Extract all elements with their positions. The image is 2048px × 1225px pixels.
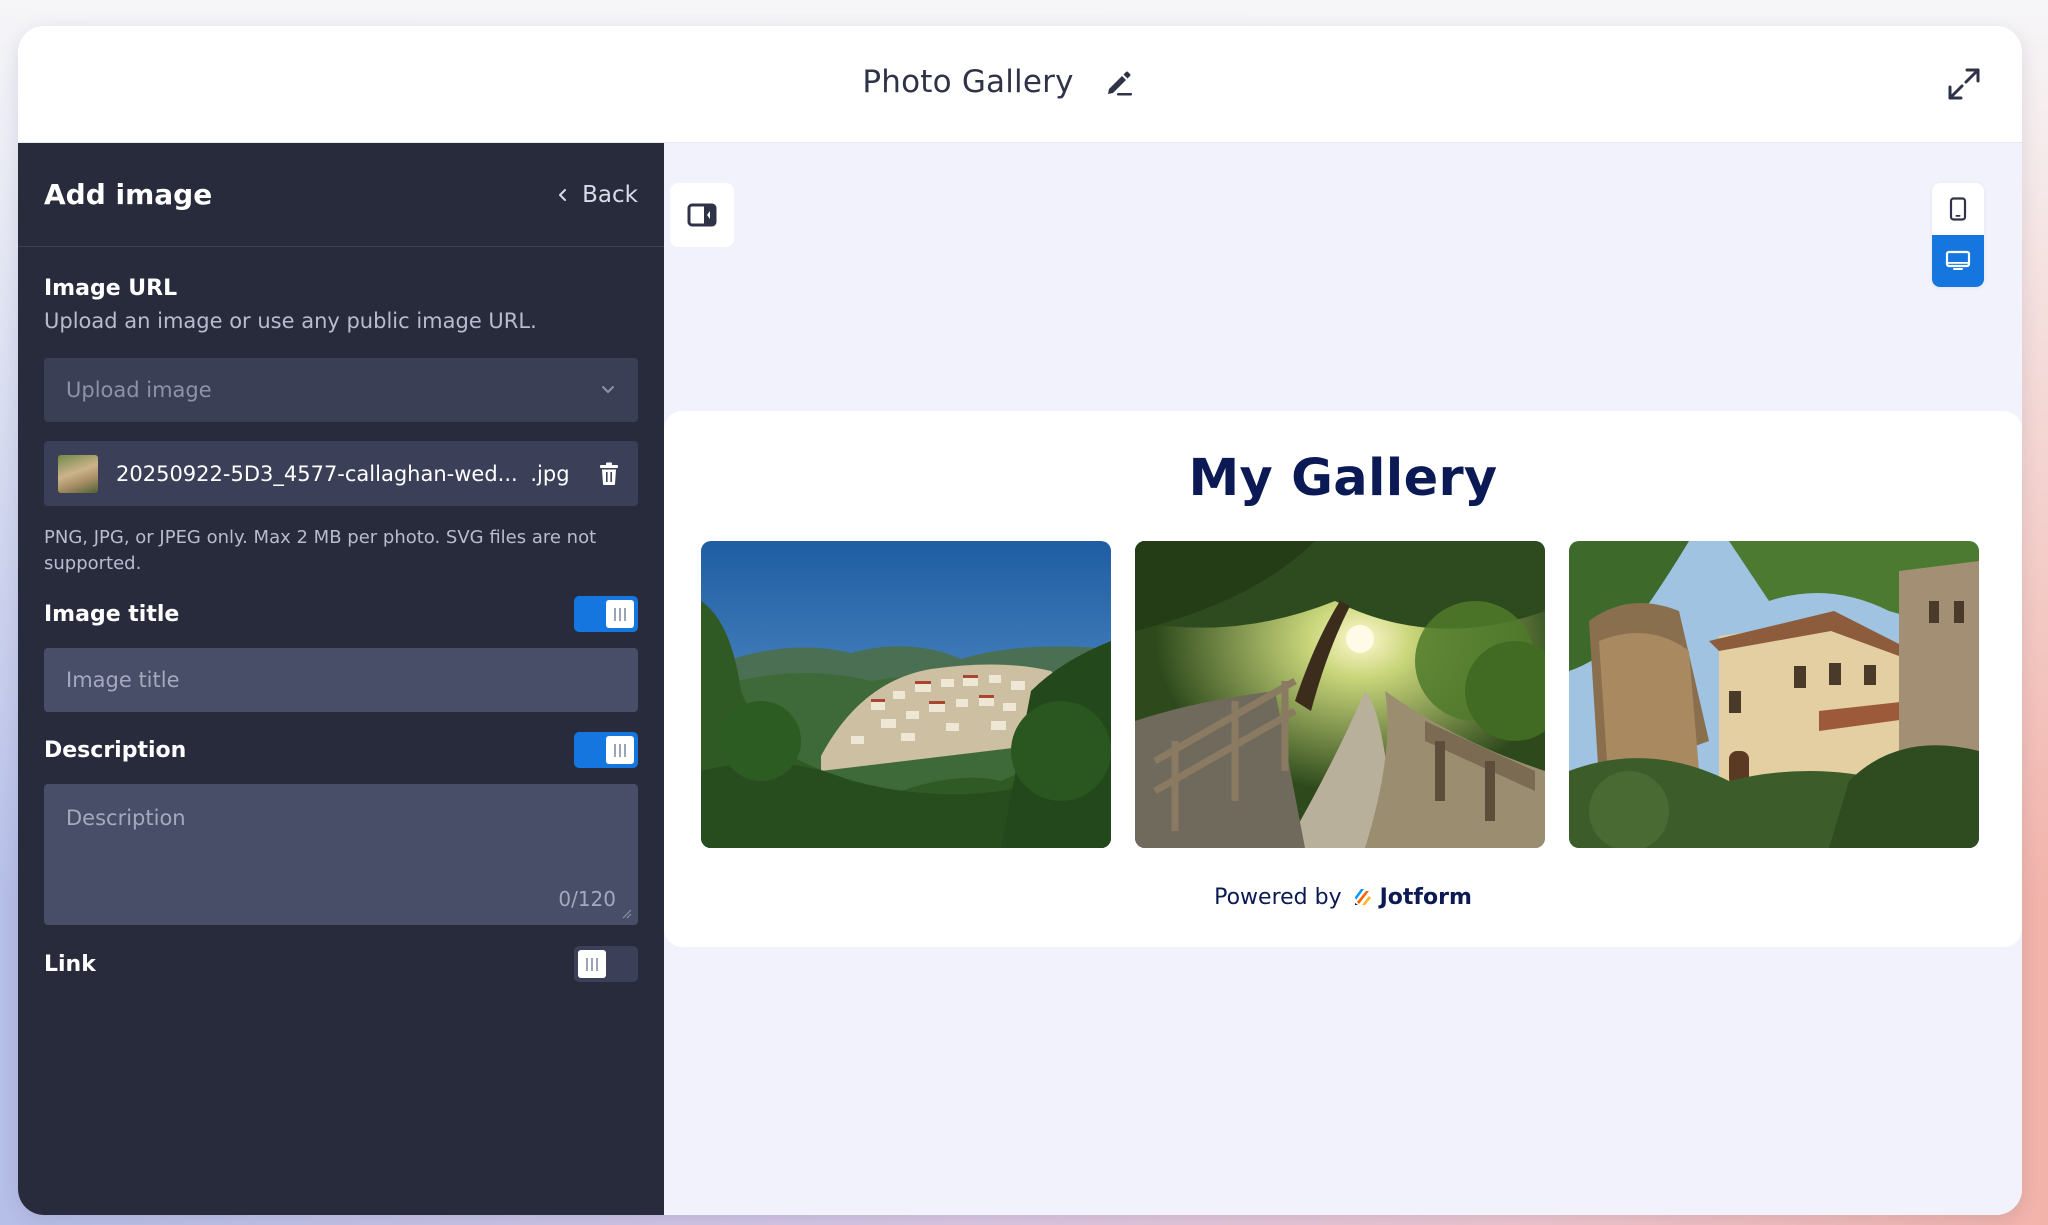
link-toggle[interactable] [574, 946, 638, 982]
edit-title-button[interactable] [1102, 65, 1136, 99]
chevron-down-icon [602, 386, 614, 393]
file-extension: .jpg [530, 461, 570, 486]
mobile-icon [1949, 197, 1967, 221]
toggle-panel-button[interactable] [670, 183, 734, 247]
image-title-placeholder: Image title [66, 668, 180, 692]
add-image-sidebar: Add image Back Image URL Upload an image… [18, 143, 664, 1215]
description-toggle[interactable] [574, 732, 638, 768]
sidebar-header: Add image Back [18, 143, 664, 247]
pencil-icon [1107, 71, 1132, 96]
jotform-logo-icon [1354, 889, 1371, 905]
image-title-toggle[interactable] [574, 596, 638, 632]
stone-house-photo[interactable] [1569, 541, 1979, 848]
powered-by-text: Powered by [1214, 885, 1342, 910]
back-button[interactable]: Back [558, 182, 638, 208]
expand-icon [1948, 68, 1980, 100]
upload-image-select[interactable]: Upload image [44, 358, 638, 422]
image-url-label: Image URL [44, 276, 178, 301]
desktop-view-button[interactable] [1932, 235, 1984, 287]
uploaded-file-item: 20250922-5D3_4577-callaghan-wed... .jpg [44, 441, 638, 506]
preview-canvas: My Gallery Powered by Jotform [664, 143, 2022, 1215]
toggle-knob [606, 736, 634, 764]
powered-by-footer[interactable]: Powered by Jotform [664, 885, 2022, 910]
desktop-icon [1945, 250, 1971, 270]
fullscreen-button[interactable] [1946, 66, 1982, 102]
description-placeholder: Description [66, 806, 186, 830]
gallery-preview-card: My Gallery Powered by Jotform [664, 411, 2022, 947]
chevron-left-icon [559, 188, 567, 201]
toggle-knob [606, 600, 634, 628]
file-thumbnail [58, 454, 98, 493]
character-counter: 0/120 [558, 887, 616, 911]
mobile-view-button[interactable] [1932, 183, 1984, 235]
upload-select-value: Upload image [66, 378, 212, 402]
page-title: Photo Gallery [862, 64, 1074, 100]
toggle-knob [578, 950, 606, 978]
hillside-village-photo[interactable] [701, 541, 1111, 848]
device-switch [1932, 183, 1984, 287]
file-requirements-hint: PNG, JPG, or JPEG only. Max 2 MB per pho… [44, 527, 597, 574]
image-title-input[interactable]: Image title [44, 648, 638, 712]
image-url-sublabel: Upload an image or use any public image … [44, 309, 537, 333]
jotform-brand: Jotform [1379, 885, 1472, 910]
forest-path-photo[interactable] [1135, 541, 1545, 848]
link-label: Link [44, 951, 96, 977]
app-window: Photo Gallery Add image Back Image URL U… [18, 26, 2022, 1215]
top-header: Photo Gallery [18, 26, 2022, 143]
description-label: Description [44, 737, 187, 763]
back-label: Back [582, 181, 638, 208]
sidebar-title: Add image [44, 178, 213, 211]
gallery-title[interactable]: My Gallery [664, 449, 2022, 508]
resize-handle-icon[interactable] [620, 907, 632, 919]
trash-icon [600, 462, 618, 485]
description-textarea[interactable]: Description 0/120 [44, 784, 638, 925]
delete-file-button[interactable] [594, 459, 624, 489]
image-title-label: Image title [44, 601, 180, 627]
sidebar-panel-icon [687, 203, 717, 227]
file-name: 20250922-5D3_4577-callaghan-wed... [116, 461, 518, 486]
